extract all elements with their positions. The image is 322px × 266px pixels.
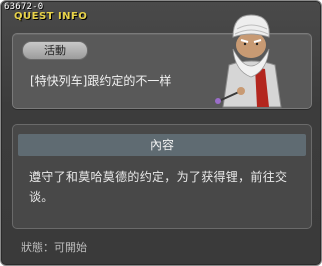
quest-name: [特快列车]跟约定的不一样	[30, 74, 172, 88]
quest-type-badge: 活動	[22, 41, 88, 60]
quest-content-panel: 內容 遵守了和莫哈莫德的约定，为了获得锂，前往交谈。	[12, 124, 312, 229]
content-header: 內容	[18, 134, 306, 156]
window-title: QUEST INFO	[14, 11, 88, 22]
quest-description: 遵守了和莫哈莫德的约定，为了获得锂，前往交谈。	[29, 170, 288, 204]
npc-portrait-icon	[215, 14, 282, 108]
quest-info-window: 63672-0 QUEST INFO 活動 [特快列车]跟约定的不一样 內容 遵…	[0, 0, 322, 266]
quest-status: 狀態：可開始	[21, 241, 87, 254]
